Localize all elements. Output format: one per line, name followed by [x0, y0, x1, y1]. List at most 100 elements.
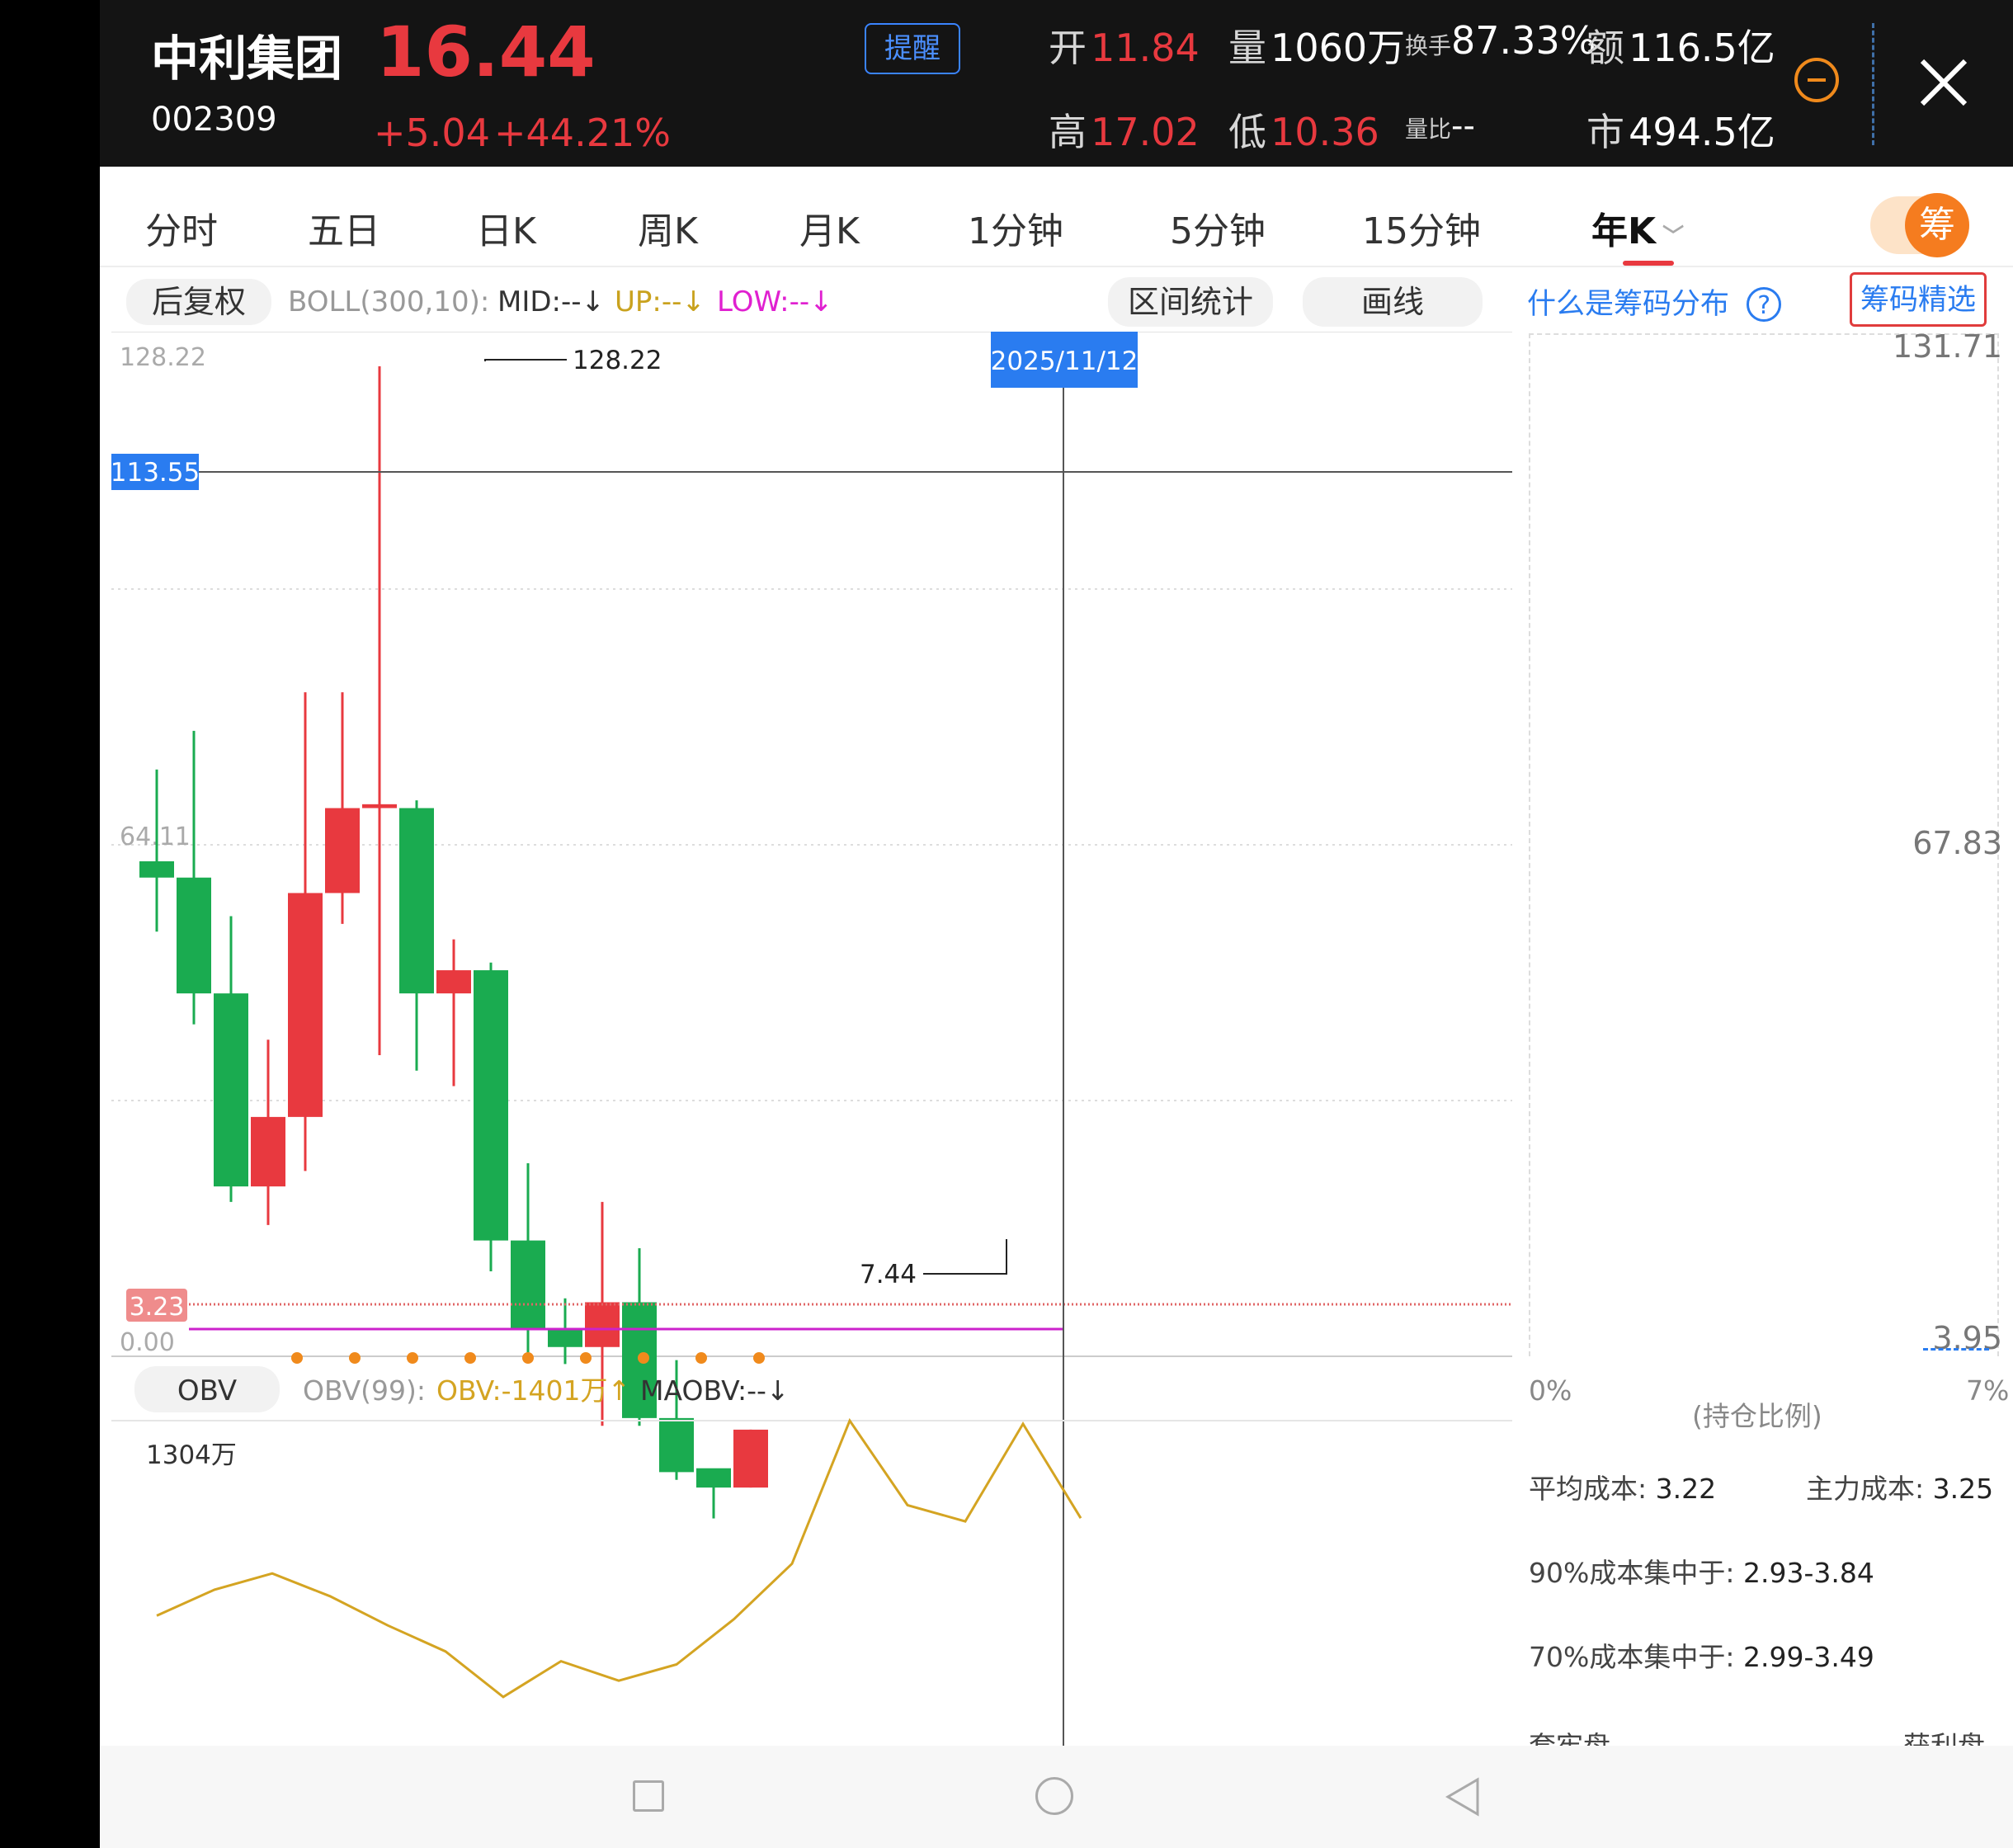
maobv-value: MAOBV:--↓ — [640, 1374, 790, 1407]
candle-body — [325, 808, 360, 893]
tab-monthly-k[interactable]: 月K — [799, 201, 860, 254]
crosshair-date: 2025/11/12 — [991, 346, 1138, 376]
avg-cost-label: 3.23 — [130, 1293, 185, 1322]
candle-body — [436, 970, 471, 994]
max-label-leader — [484, 359, 567, 361]
stock-app: 中利集团 002309 16.44 +5.04 +44.21% 提醒 开 11.… — [100, 0, 2013, 1848]
turnover-stat: 换手87.33% — [1405, 18, 1596, 63]
y-axis-bottom-label: 0.00 — [120, 1328, 175, 1357]
recent-apps-icon[interactable] — [633, 1780, 664, 1812]
chip-y-top: 131.71 — [1893, 328, 2002, 365]
high-stat: 高 17.02 — [1049, 110, 1200, 154]
chip-select-button[interactable]: 筹码精选 — [1850, 272, 1987, 327]
candle-body — [177, 877, 211, 994]
boll-low: LOW:--↓ — [717, 285, 833, 318]
adjust-button[interactable]: 后复权 — [126, 279, 271, 325]
chip-help-link[interactable]: 什么是筹码分布 ? — [1527, 280, 1782, 323]
candle-body — [288, 893, 323, 1117]
tab-intraday[interactable]: 分时 — [145, 201, 218, 254]
avg-cost: 平均成本: 3.22 — [1529, 1473, 1717, 1505]
volume-dot — [580, 1352, 592, 1364]
candle-body — [399, 808, 434, 994]
candle-body — [659, 1417, 694, 1473]
volume-dot — [349, 1352, 361, 1364]
open-stat: 开 11.84 — [1049, 26, 1200, 70]
obv-params: OBV(99): — [303, 1374, 426, 1407]
chip-y-bottom: 3.95 — [1932, 1320, 2002, 1356]
candle-body — [214, 993, 248, 1187]
volume-dot — [522, 1352, 534, 1364]
back-icon[interactable] — [1445, 1777, 1483, 1817]
help-icon: ? — [1747, 287, 1782, 322]
kline-chart[interactable]: 128.22 64.11 0.00 3.23 113.55 2025/11/12… — [100, 332, 1512, 1746]
tab-daily-k[interactable]: 日K — [476, 201, 536, 254]
last-price: 16.44 — [376, 12, 596, 92]
max-price-label: 128.22 — [573, 346, 662, 375]
tab-15min[interactable]: 15分钟 — [1362, 201, 1481, 254]
market-cap-stat: 市 494.5亿 — [1586, 110, 1775, 154]
tab-1min[interactable]: 1分钟 — [968, 201, 1063, 254]
tab-5min[interactable]: 5分钟 — [1170, 201, 1266, 254]
amount-stat: 额 116.5亿 — [1586, 26, 1775, 70]
boll-mid: MID:--↓ — [497, 285, 606, 318]
alert-button[interactable]: 提醒 — [865, 23, 960, 74]
period-tabs: 分时 五日 日K 周K 月K 1分钟 5分钟 15分钟 年K ﹀ 筹 — [100, 167, 2013, 267]
chip-toggle-knob: 筹 — [1905, 193, 1969, 257]
candles — [139, 366, 768, 1519]
candle-body — [511, 1240, 545, 1330]
minus-icon[interactable] — [1794, 58, 1839, 102]
draw-line-button[interactable]: 画线 — [1303, 277, 1483, 327]
y-axis-top-label: 128.22 — [120, 343, 206, 372]
candle-body — [548, 1329, 582, 1347]
min-label-leader — [923, 1239, 1007, 1275]
boll-params: BOLL(300,10): — [288, 285, 490, 318]
stock-name: 中利集团 — [151, 31, 343, 87]
chip-cost-marker — [1923, 1348, 1989, 1351]
stock-code: 002309 — [151, 101, 277, 139]
header-divider — [1872, 23, 1874, 145]
candle-body — [362, 804, 397, 808]
volume-dot — [407, 1352, 418, 1364]
main-cost: 主力成本: 3.25 — [1806, 1473, 1994, 1505]
cost-90: 90%成本集中于: 2.93-3.84 — [1529, 1557, 1874, 1589]
volume-ratio-stat: 量比-- — [1405, 107, 1475, 145]
volume-stat: 量 1060万 — [1228, 26, 1406, 70]
candle-body — [251, 1116, 285, 1187]
chip-x-label: (持仓比例) — [1692, 1400, 1822, 1432]
chip-toggle[interactable]: 筹 — [1870, 193, 1969, 257]
chip-x-right: 7% — [1966, 1374, 2010, 1407]
candle-body — [474, 970, 508, 1241]
boll-up: UP:--↓ — [615, 285, 705, 318]
volume-dots — [291, 1352, 765, 1364]
volume-dot — [753, 1352, 765, 1364]
obv-tag: OBV — [177, 1374, 237, 1407]
min-price-label: 7.44 — [860, 1260, 917, 1289]
home-icon[interactable] — [1035, 1777, 1073, 1815]
active-tab-indicator — [1623, 261, 1674, 266]
obv-value: OBV:-1401万↑ — [436, 1374, 630, 1407]
volume-dot — [695, 1352, 707, 1364]
candle-body — [696, 1468, 731, 1488]
price-change-pct: +44.21% — [494, 111, 671, 155]
system-nav-bar — [100, 1746, 2013, 1848]
cost-70: 70%成本集中于: 2.99-3.49 — [1529, 1641, 1874, 1673]
tab-yearly-k[interactable]: 年K ﹀ — [1591, 201, 1684, 254]
obv-line — [156, 1417, 1082, 1699]
chip-x-left: 0% — [1529, 1374, 1572, 1407]
price-change: +5.04 — [374, 111, 490, 155]
chevron-down-icon: ﹀ — [1662, 224, 1685, 249]
range-stats-button[interactable]: 区间统计 — [1108, 277, 1273, 327]
tab-weekly-k[interactable]: 周K — [638, 201, 698, 254]
close-icon[interactable] — [1919, 58, 1968, 107]
candle-body — [585, 1302, 620, 1347]
y-axis-mid-label: 64.11 — [120, 823, 191, 851]
volume-dot — [638, 1352, 649, 1364]
volume-dot — [464, 1352, 476, 1364]
obv-top-label: 1304万 — [146, 1440, 237, 1470]
candle-body — [733, 1429, 768, 1488]
tab-five-day[interactable]: 五日 — [308, 201, 380, 254]
quote-header: 中利集团 002309 16.44 +5.04 +44.21% 提醒 开 11.… — [100, 0, 2013, 167]
volume-dot — [291, 1352, 303, 1364]
low-stat: 低 10.36 — [1228, 110, 1379, 154]
crosshair-price: 113.55 — [111, 458, 200, 488]
